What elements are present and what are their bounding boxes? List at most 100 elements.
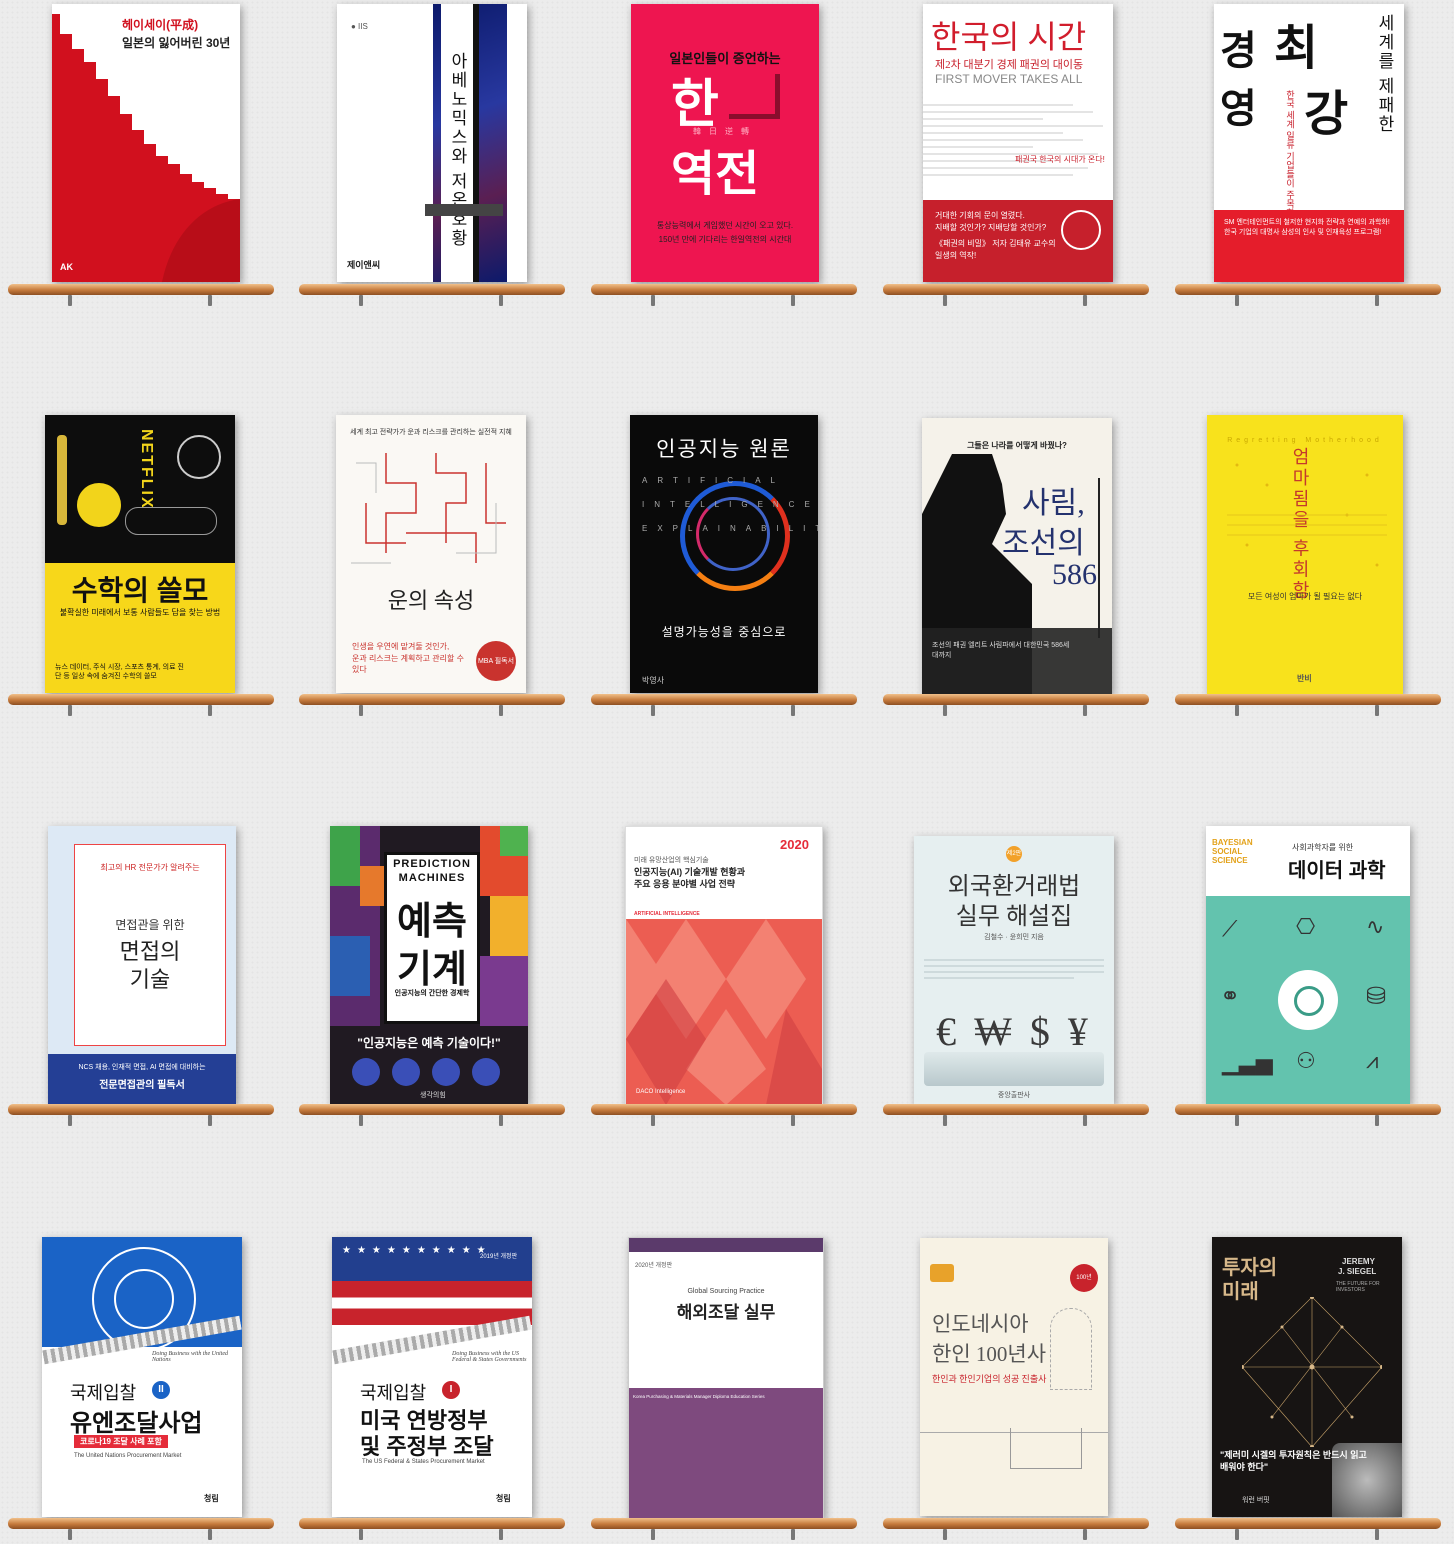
book-title: 아베노믹스와 저온호황	[448, 52, 467, 249]
award-badge	[1061, 210, 1101, 250]
book-title: 헤이세이(平成)	[122, 18, 199, 32]
book-english: PREDICTION	[393, 858, 471, 870]
book-cover[interactable]: 최고의 HR 전문가가 알려주는 면접관을 위한 면접의 기술 NCS 채용, …	[48, 826, 236, 1104]
book-english: FIRST MOVER TAKES ALL	[935, 72, 1083, 86]
book-title: 한국의 시간	[931, 19, 1087, 55]
book-cover[interactable]: 100년 인도네시아 한인 100년사 한인과 한인기업의 성공 진출사	[920, 1238, 1108, 1516]
book-subtitle: 제2차 대분기 경제 패권의 대이동	[935, 59, 1084, 71]
book-english: Regretting Motherhood	[1227, 437, 1383, 444]
book-quote: 운과 리스크는 계획하고 관리할 수 있다	[352, 654, 464, 674]
publisher-logo: AK	[60, 262, 73, 272]
book-kicker: 최고의 HR 전문가가 알려주는	[100, 863, 200, 872]
publisher-logo: 중앙출판사	[997, 1092, 1031, 1099]
book-title: 역전	[671, 148, 760, 201]
shelf	[8, 694, 274, 716]
book-cover[interactable]: 인공지능 원론 ARTIFICIAL INTELLIGENCE EXPLAINA…	[630, 415, 818, 693]
book-title: 강	[1304, 88, 1349, 141]
book-series: Korea Purchasing & Materials Manager Dip…	[633, 1394, 765, 1399]
line-chart-icon: ⟋	[1222, 916, 1238, 941]
book-cover[interactable]: 2020년 개정판 Global Sourcing Practice 해외조달 …	[628, 1237, 824, 1519]
book-cover[interactable]: 제2판 외국환거래법 실무 해설집 김철수 · 윤희민 지음 € ₩ $ ¥ 중…	[914, 836, 1114, 1104]
book-title: 경	[1220, 28, 1257, 73]
book-english: The US Federal & States Procurement Mark…	[362, 1459, 485, 1465]
book-title: 인도네시아	[932, 1312, 1029, 1336]
shelf	[8, 1104, 274, 1126]
shelf	[883, 1518, 1149, 1540]
line-pattern	[923, 104, 1103, 176]
book-desc: 통상능력에서 게임했던 시간이 오고 있다.	[656, 221, 794, 230]
book-title: 면접관을 위한	[115, 918, 185, 932]
publisher-logo: DACO Intelligence	[636, 1089, 686, 1095]
book-desc: 일생의 역작!	[935, 251, 977, 260]
book-desc: 150년 만에 기다리는 한일역전의 시간대	[658, 235, 792, 244]
shelf	[1175, 1518, 1441, 1540]
stars-art: ★★★★★★★★★★	[342, 1245, 492, 1256]
publisher-logo: 생각의힘	[420, 1092, 446, 1099]
book-script: Doing Business with the United Nations	[152, 1351, 228, 1363]
book-subtitle: 한국 세계 일류 기업들이 주목한	[1285, 90, 1295, 218]
book-subtitle: 설명가능성을 중심으로	[661, 625, 787, 639]
tree-icon: ⚇	[1296, 1048, 1316, 1073]
book-cover[interactable]: Regretting Motherhood 엄마됨을 후회함 모든 여성이 엄마…	[1207, 415, 1403, 695]
book-english: THE FUTURE FOR INVESTORS	[1336, 1281, 1380, 1293]
text-lines	[924, 959, 1104, 979]
book-cover[interactable]: PREDICTION MACHINES 예측 기계 인공지능의 간단한 경제학 …	[330, 826, 528, 1104]
book-cover[interactable]: Doing Business with the United Nations 국…	[42, 1237, 242, 1517]
book-kicker: 국제입찰	[70, 1383, 137, 1403]
maze-art	[351, 453, 506, 564]
book-badge: 코로나19 조달 사례 포함	[74, 1435, 168, 1448]
bar-chart-icon: ▁▃▅	[1222, 1050, 1273, 1075]
book-english: SOCIAL	[1212, 847, 1243, 856]
people-illustration	[1050, 1308, 1092, 1390]
anniversary-badge: 100년	[1070, 1264, 1098, 1292]
book-cover[interactable]: 최 강 경 영 세계를 제패한 한국 세계 일류 기업들이 주목한 SM 엔터테…	[1214, 4, 1404, 282]
shelf	[8, 284, 274, 306]
book-subtitle: 인공지능의 간단한 경제학	[394, 990, 470, 997]
book-title: 사림,	[1022, 487, 1085, 520]
book-title: 및 주정부 조달	[360, 1434, 494, 1459]
edition-label: 2019년 개정판	[480, 1254, 518, 1260]
book-cover[interactable]: NETFLIX 수학의 쓸모 불확실한 미래에서 보통 사람들도 답을 찾는 방…	[45, 415, 235, 693]
venn-icon: ⚭	[1220, 983, 1241, 1010]
book-english: MACHINES	[398, 872, 466, 884]
dot-pattern	[1227, 463, 1387, 567]
book-quote: "제러미 시겔의 투자원칙은 반드시 읽고 배워야 한다"	[1220, 1450, 1367, 1472]
flow-icon: ⎔	[1296, 914, 1316, 939]
publisher-logo: 청림	[496, 1494, 511, 1503]
shelf	[299, 284, 565, 306]
curve-icon: ∿	[1366, 914, 1385, 939]
cylinder-icon: ⛁	[1366, 983, 1387, 1010]
book-cover[interactable]: 그들은 나라를 어떻게 바꿨나? 사림, 조선의 586 조선의 패권 엘리트 …	[922, 418, 1112, 694]
quote-author: 워런 버핏	[1242, 1497, 1270, 1504]
book-cover[interactable]: BAYESIAN SOCIAL SCIENCE 사회과학자를 위한 데이터 과학…	[1206, 826, 1410, 1104]
book-subtitle: 한인과 한인기업의 성공 진출사	[932, 1374, 1047, 1384]
book-english: SCIENCE	[1212, 856, 1248, 865]
book-cover[interactable]: 미래 유망산업의 핵심기술 인공지능(AI) 기술개발 현황과 주요 응용 분야…	[625, 826, 823, 1106]
book-cover[interactable]: 세계 최고 전략가가 운과 리스크를 관리하는 실전적 지혜 운의 속성 인생을…	[336, 415, 526, 693]
book-side-title: 세계를 제패한	[1375, 14, 1394, 135]
book-cover[interactable]: 투자의 미래 JEREMY J. SIEGEL THE FUTURE FOR I…	[1212, 1237, 1402, 1517]
book-cover[interactable]: ● IIS 아베노믹스와 저온호황 제이앤씨	[337, 4, 527, 282]
book-subtitle: 불확실한 미래에서 보통 사람들도 답을 찾는 방법	[59, 608, 221, 617]
shelf	[299, 1104, 565, 1126]
book-title: 기술	[129, 967, 171, 992]
book-english: The United Nations Procurement Market	[74, 1453, 182, 1459]
book-kicker: 국제입찰	[360, 1383, 427, 1403]
volume-badge: I	[442, 1381, 460, 1399]
edition-label: 2020년 개정판	[635, 1263, 673, 1269]
book-title: 해외조달 실무	[676, 1303, 776, 1322]
shelf	[591, 1104, 857, 1126]
book-letters: ARTIFICIAL INTELLIGENCE EXPLAINABILITY	[642, 476, 818, 533]
currency-symbols: € ₩ $ ¥	[936, 1009, 1092, 1054]
shelf	[591, 694, 857, 716]
book-english: ARTIFICIAL INTELLIGENCE	[634, 911, 700, 917]
tuktuk-icon	[930, 1264, 954, 1282]
book-subtitle: 일본의 잃어버린 30년	[122, 36, 231, 50]
book-cover[interactable]: 한국의 시간 제2차 대분기 경제 패권의 대이동 FIRST MOVER TA…	[923, 4, 1113, 282]
book-desc: 거대한 기회의 문이 열렸다.	[935, 211, 1025, 220]
shelf	[1175, 284, 1441, 306]
book-cover[interactable]: 일본인들이 증언하는 한 韓日逆轉 역전 통상능력에서 게임했던 시간이 오고 …	[631, 4, 819, 282]
book-title: 예측	[397, 901, 467, 943]
book-cover[interactable]: 헤이세이(平成) 일본의 잃어버린 30년 AK	[52, 4, 240, 282]
book-cover[interactable]: ★★★★★★★★★★ 2019년 개정판 Doing Business with…	[332, 1237, 532, 1517]
